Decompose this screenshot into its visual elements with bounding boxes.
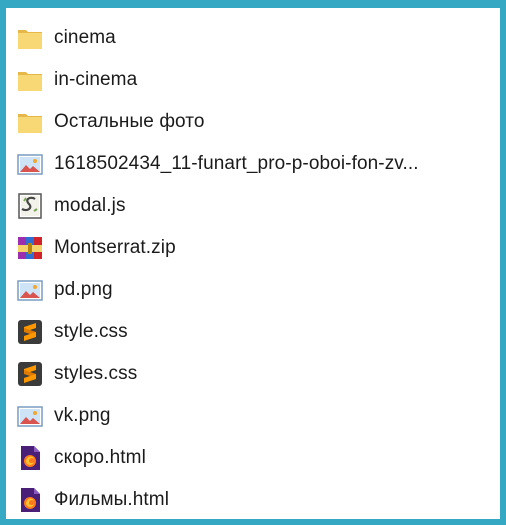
file-item-other-photos[interactable]: Остальные фото bbox=[6, 101, 500, 143]
html-file-icon bbox=[15, 443, 45, 473]
file-list: cinema in-cinema Остальные фото 16185024… bbox=[6, 17, 500, 519]
file-item-cinema[interactable]: cinema bbox=[6, 17, 500, 59]
file-name: Montserrat.zip bbox=[54, 237, 176, 258]
file-item-pd-png[interactable]: pd.png bbox=[6, 269, 500, 311]
file-name: скоро.html bbox=[54, 447, 146, 468]
file-item-vk-png[interactable]: vk.png bbox=[6, 395, 500, 437]
file-list-panel: cinema in-cinema Остальные фото 16185024… bbox=[6, 8, 500, 519]
folder-icon bbox=[15, 107, 45, 137]
file-name: Фильмы.html bbox=[54, 489, 170, 510]
archive-file-icon bbox=[15, 233, 45, 263]
file-name: cinema bbox=[54, 27, 116, 48]
folder-icon bbox=[15, 23, 45, 53]
file-name: in-cinema bbox=[54, 69, 138, 90]
file-item-skoro-html[interactable]: скоро.html bbox=[6, 437, 500, 479]
file-name: style.css bbox=[54, 321, 128, 342]
file-item-style-css[interactable]: style.css bbox=[6, 311, 500, 353]
file-item-montserrat-zip[interactable]: Montserrat.zip bbox=[6, 227, 500, 269]
file-name: styles.css bbox=[54, 363, 138, 384]
file-name: vk.png bbox=[54, 405, 111, 426]
file-name: Остальные фото bbox=[54, 111, 205, 132]
file-item-filmy-html[interactable]: Фильмы.html bbox=[6, 479, 500, 519]
image-file-icon bbox=[15, 149, 45, 179]
file-name: modal.js bbox=[54, 195, 126, 216]
file-name: 1618502434_11-funart_pro-p-oboi-fon-zv..… bbox=[54, 153, 419, 174]
file-item-wallpaper-image[interactable]: 1618502434_11-funart_pro-p-oboi-fon-zv..… bbox=[6, 143, 500, 185]
file-name: pd.png bbox=[54, 279, 113, 300]
sublime-file-icon bbox=[15, 359, 45, 389]
sublime-file-icon bbox=[15, 317, 45, 347]
folder-icon bbox=[15, 65, 45, 95]
image-file-icon bbox=[15, 401, 45, 431]
html-file-icon bbox=[15, 485, 45, 515]
image-file-icon bbox=[15, 275, 45, 305]
script-file-icon bbox=[15, 191, 45, 221]
file-item-modal-js[interactable]: modal.js bbox=[6, 185, 500, 227]
file-item-styles-css[interactable]: styles.css bbox=[6, 353, 500, 395]
file-item-in-cinema[interactable]: in-cinema bbox=[6, 59, 500, 101]
